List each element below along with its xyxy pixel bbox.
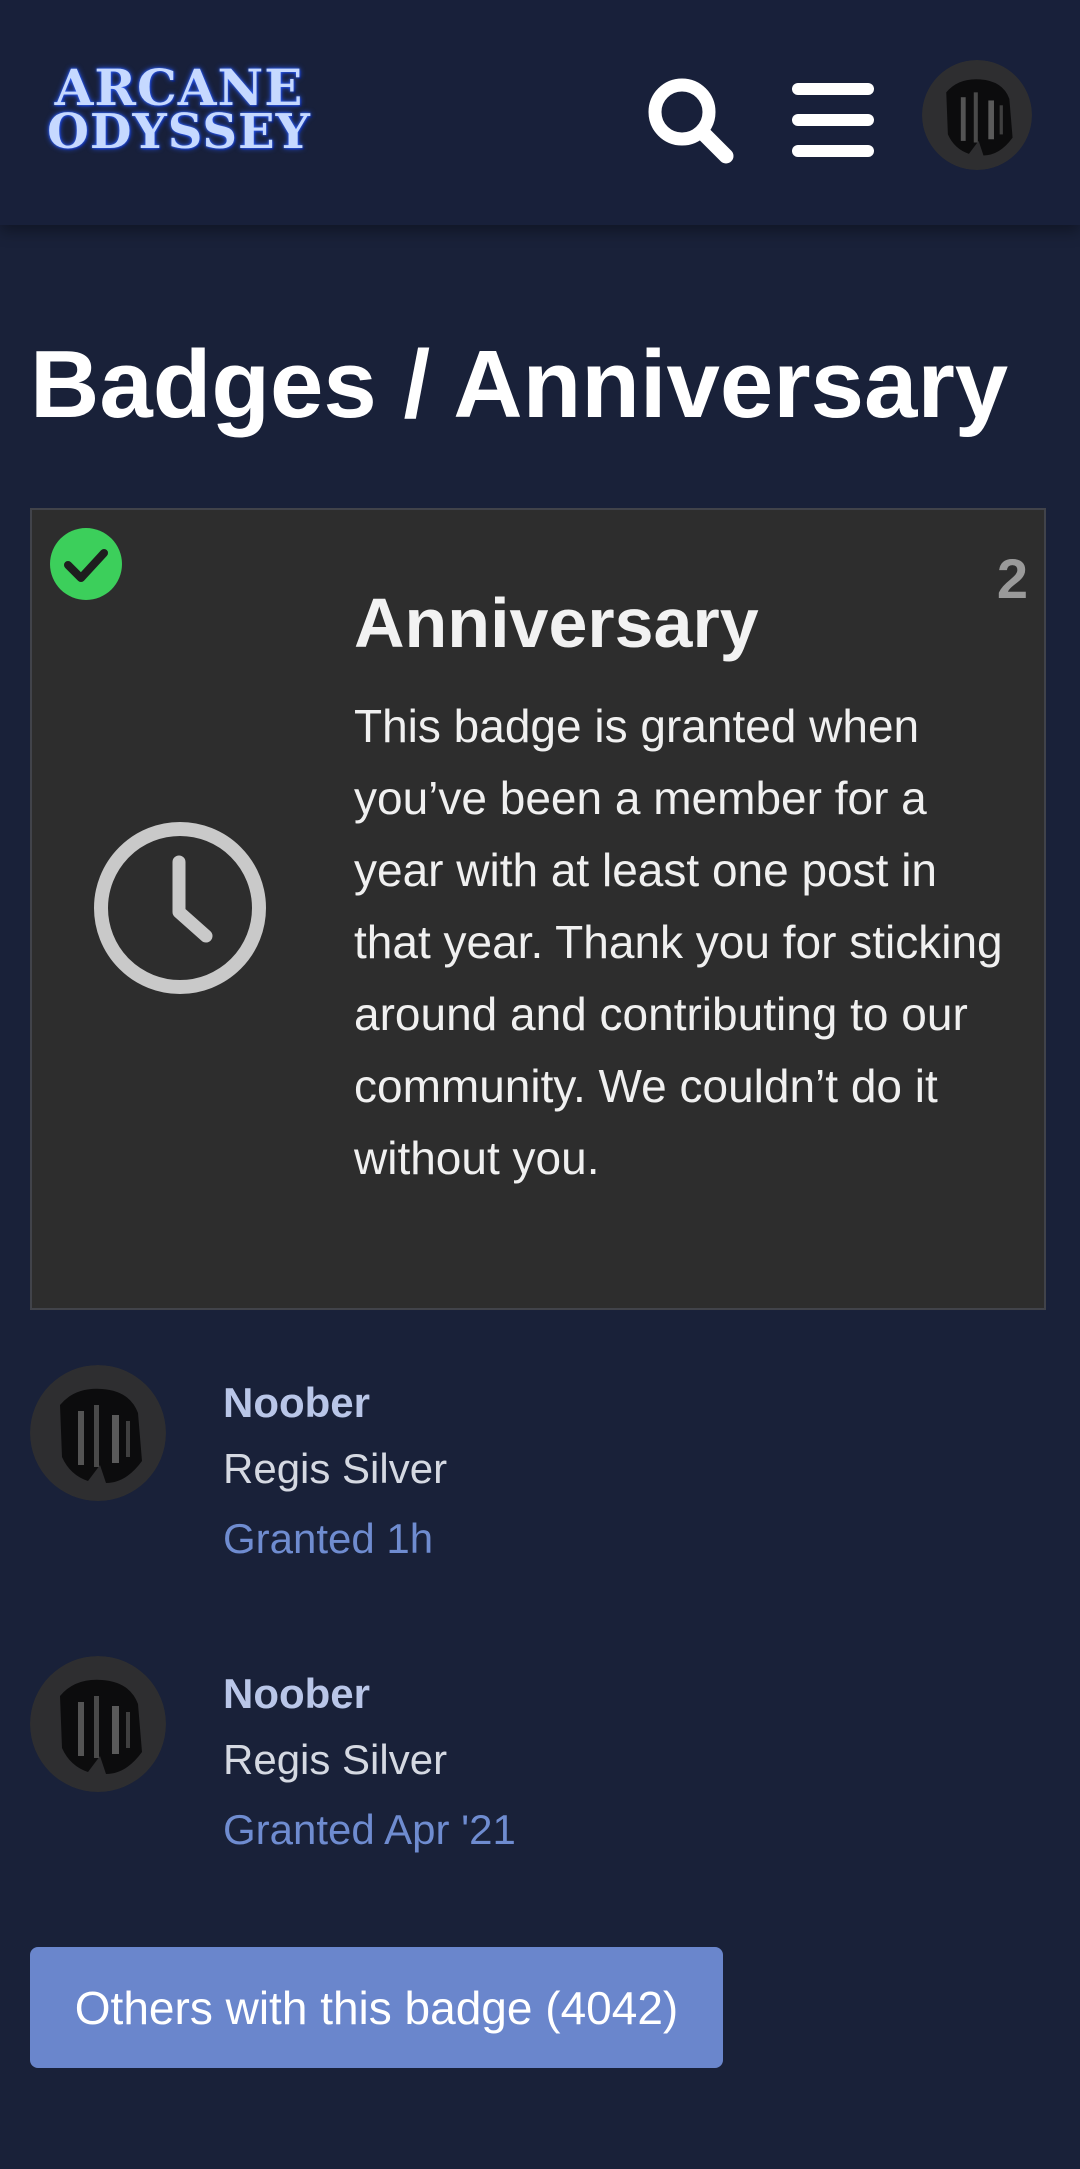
logo-line-2: ODYSSEY bbox=[47, 104, 311, 160]
user-avatar[interactable] bbox=[30, 1656, 166, 1792]
avatar-image bbox=[30, 1656, 166, 1792]
site-logo[interactable]: ARCANE ODYSSEY bbox=[44, 63, 314, 166]
site-header: ARCANE ODYSSEY bbox=[0, 0, 1080, 225]
clock-icon bbox=[94, 822, 266, 994]
page-title: Badges / Anniversary bbox=[30, 331, 1009, 438]
granted-time-link[interactable]: Granted 1h bbox=[223, 1511, 433, 1567]
badge-card: 2 Anniversary This badge is granted when… bbox=[30, 508, 1046, 1310]
granted-time-link[interactable]: Granted Apr '21 bbox=[223, 1802, 516, 1858]
user-avatar[interactable] bbox=[30, 1365, 166, 1501]
others-with-badge-button[interactable]: Others with this badge (4042) bbox=[30, 1947, 723, 2068]
badge-grant-count: 2 bbox=[996, 547, 1028, 610]
badge-description: This badge is granted when you’ve been a… bbox=[354, 700, 1003, 1184]
avatar-image bbox=[922, 60, 1032, 170]
badge-grant-item: Noober Regis Silver Granted 1h bbox=[30, 1365, 1046, 1562]
badge-name: Anniversary bbox=[354, 584, 759, 662]
user-title: Regis Silver bbox=[223, 1445, 448, 1492]
username-link[interactable]: Noober bbox=[223, 1666, 370, 1722]
search-icon bbox=[648, 78, 734, 164]
avatar-image bbox=[30, 1365, 166, 1501]
hamburger-menu-icon bbox=[792, 83, 874, 157]
username-link[interactable]: Noober bbox=[223, 1375, 370, 1431]
current-user-avatar[interactable] bbox=[922, 60, 1032, 170]
badge-grant-item: Noober Regis Silver Granted Apr '21 bbox=[30, 1656, 1046, 1853]
menu-button[interactable] bbox=[783, 70, 883, 170]
search-button[interactable] bbox=[640, 70, 740, 170]
user-title: Regis Silver bbox=[223, 1736, 448, 1783]
check-circle-icon bbox=[50, 528, 122, 600]
